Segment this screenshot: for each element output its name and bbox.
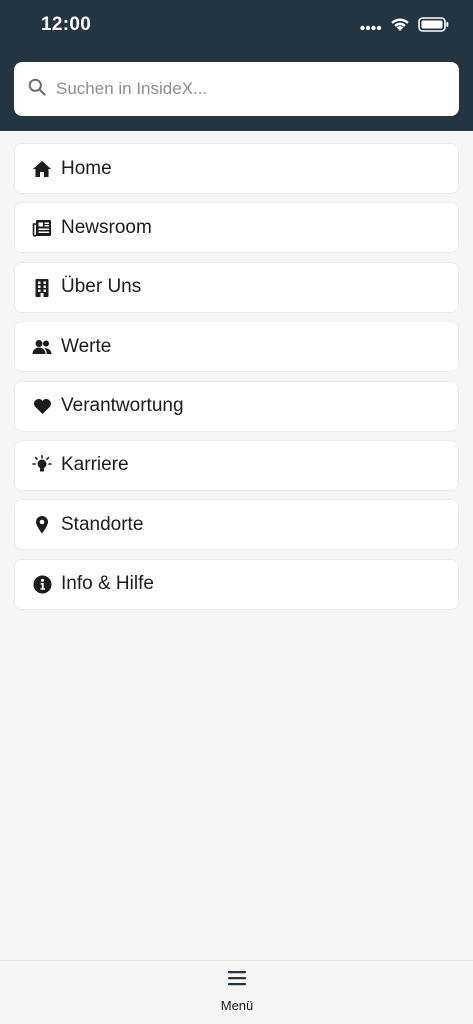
menu-item-label: Werte — [61, 335, 112, 357]
newspaper-icon — [32, 218, 52, 238]
tab-menu[interactable]: Menü — [206, 969, 268, 1019]
info-circle-icon — [32, 574, 52, 594]
menu-item-label: Standorte — [61, 513, 144, 535]
home-icon — [32, 159, 52, 179]
menu-item-label: Newsroom — [61, 216, 152, 238]
menu-item-label: Verantwortung — [61, 395, 184, 417]
building-icon — [32, 277, 52, 297]
battery-icon — [418, 16, 449, 37]
menu-item-label: Home — [61, 157, 112, 179]
app-header: 12:00 Suchen in InsideX... — [0, 0, 473, 131]
bottom-tab-bar: Menü — [0, 960, 473, 1024]
wifi-icon — [390, 16, 410, 37]
menu-list: Home Newsroom Über Uns Werte Verantwortu… — [14, 143, 459, 618]
menu-item-label: Karriere — [61, 454, 129, 476]
search-input[interactable]: Suchen in InsideX... — [14, 62, 459, 116]
menu-item-home[interactable]: Home — [14, 143, 459, 194]
hamburger-icon — [227, 969, 247, 992]
menu-item-newsroom[interactable]: Newsroom — [14, 202, 459, 254]
menu-item-label: Info & Hilfe — [61, 573, 154, 595]
lightbulb-icon — [32, 455, 52, 475]
menu-item-info-hilfe[interactable]: Info & Hilfe — [14, 558, 459, 610]
menu-item-werte[interactable]: Werte — [14, 321, 459, 373]
users-icon — [32, 337, 52, 357]
cellular-icon — [360, 18, 382, 36]
menu-item-ueber-uns[interactable]: Über Uns — [14, 261, 459, 313]
menu-item-standorte[interactable]: Standorte — [14, 499, 459, 551]
search-placeholder: Suchen in InsideX... — [56, 79, 208, 98]
menu-item-label: Über Uns — [61, 276, 142, 298]
map-pin-icon — [32, 515, 52, 535]
menu-item-karriere[interactable]: Karriere — [14, 439, 459, 491]
heart-icon — [32, 396, 52, 416]
menu-item-verantwortung[interactable]: Verantwortung — [14, 380, 459, 432]
status-time: 12:00 — [41, 14, 92, 35]
tab-menu-label: Menü — [220, 998, 254, 1013]
status-icons — [360, 16, 449, 37]
search-icon — [28, 78, 46, 101]
